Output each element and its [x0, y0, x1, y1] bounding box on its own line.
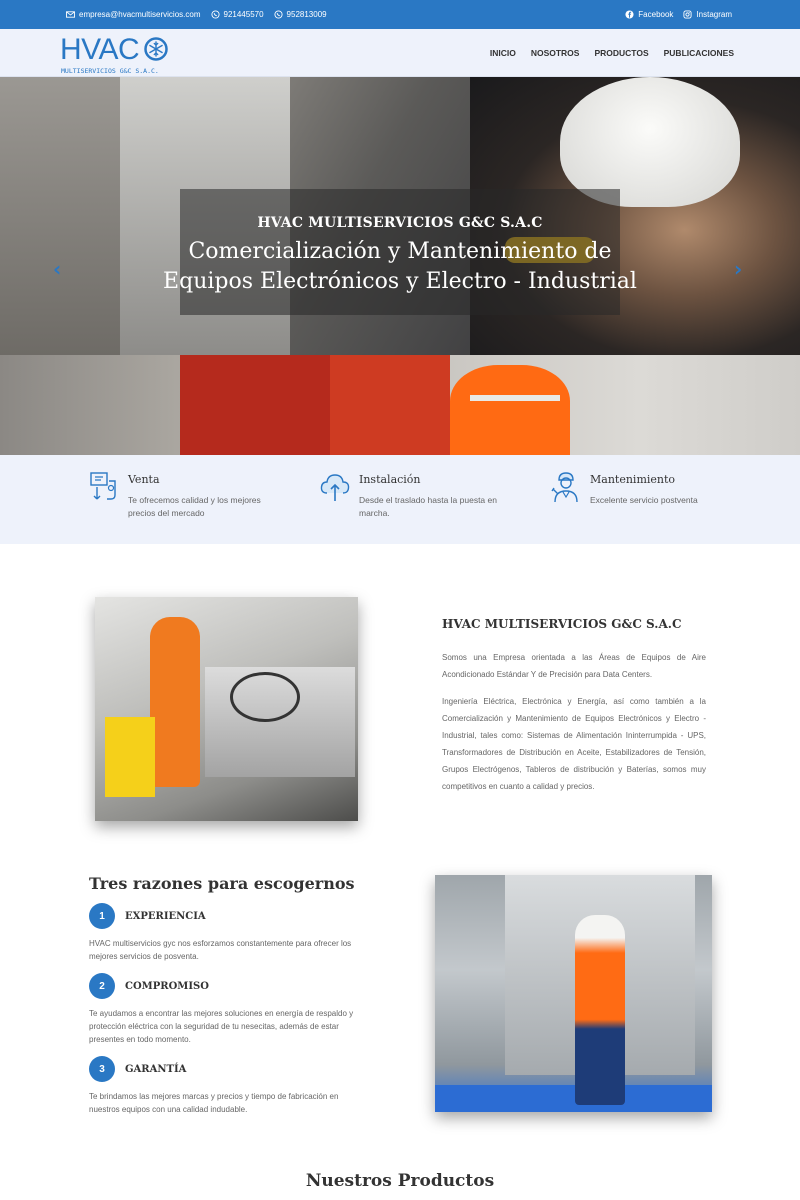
reason-number: 2 [89, 973, 115, 999]
logo-subtitle: MULTISERVICIOS G&C S.A.C. [61, 67, 159, 75]
instagram-link[interactable]: Instagram [683, 10, 732, 19]
service-title: Instalación [359, 473, 421, 486]
reason-title: COMPROMISO [125, 981, 209, 992]
about-photo-washing-equipment [95, 597, 358, 821]
about-paragraph-1: Somos una Empresa orientada a las Áreas … [442, 653, 706, 679]
envelope-icon [66, 11, 75, 18]
reason-item: 3 GARANTÍA Te brindamos las mejores marc… [89, 1056, 364, 1116]
photo-fan-grille [230, 672, 300, 722]
products-heading: Nuestros Productos [305, 1171, 495, 1191]
main-nav: INICIO NOSOTROS PRODUCTOS PUBLICACIONES [490, 48, 734, 58]
sale-icon [90, 472, 116, 500]
photo-floor [435, 1085, 712, 1112]
instagram-icon [683, 10, 692, 19]
instagram-label: Instagram [696, 10, 732, 19]
reason-number: 1 [89, 903, 115, 929]
service-title: Venta [128, 473, 160, 486]
hero-title-line2: Equipos Electrónicos y Electro - Industr… [163, 269, 637, 294]
phone2-link[interactable]: 952813009 [273, 10, 327, 19]
site-logo[interactable]: HVAC MULTISERVICIOS G&C S.A.C. [60, 33, 170, 75]
strip-generator-door [330, 355, 450, 455]
service-title: Mantenimiento [590, 473, 676, 486]
email-link[interactable]: empresa@hvacmultiservicios.com [66, 10, 201, 19]
photo-technician [575, 915, 625, 1105]
phone1-text: 921445570 [223, 10, 264, 19]
hero-title: Comercialización y Mantenimiento de Equi… [0, 237, 800, 297]
reason-item: 1 EXPERIENCIA HVAC multiservicios gyc no… [89, 903, 364, 963]
services-section: Venta Te ofrecemos calidad y los mejores… [0, 455, 800, 544]
social-links: Facebook Instagram [625, 10, 732, 19]
generator-photo [435, 875, 712, 1112]
hero-slider: HVAC MULTISERVICIOS G&C S.A.C Comerciali… [0, 77, 800, 355]
reasons-heading: Tres razones para escogernos [89, 874, 355, 893]
slider-prev-button[interactable]: ‹ [53, 257, 61, 281]
cloud-upload-icon [320, 474, 350, 501]
email-text: empresa@hvacmultiservicios.com [79, 10, 201, 19]
nav-publicaciones[interactable]: PUBLICACIONES [664, 48, 734, 58]
service-desc: Desde el traslado hasta la puesta en mar… [359, 495, 497, 518]
strip-reflective-band [470, 395, 560, 401]
about-section: HVAC MULTISERVICIOS G&C S.A.C Somos una … [442, 617, 706, 795]
hero-title-line1: Comercialización y Mantenimiento de [188, 239, 612, 264]
hero-kicker: HVAC MULTISERVICIOS G&C S.A.C [257, 215, 543, 231]
generator-image-strip [0, 355, 800, 455]
phone2-text: 952813009 [286, 10, 327, 19]
snowflake-icon [144, 37, 168, 61]
photo-pressure-washer [105, 717, 155, 797]
technician-icon [551, 472, 578, 503]
about-paragraph-2: Ingeniería Eléctrica, Electrónica y Ener… [442, 697, 706, 791]
hero-helmet [560, 77, 740, 207]
facebook-link[interactable]: Facebook [625, 10, 673, 19]
facebook-icon [625, 10, 634, 19]
top-contact-bar: empresa@hvacmultiservicios.com 921445570… [0, 0, 800, 29]
slider-next-button[interactable]: › [734, 257, 742, 281]
nav-inicio[interactable]: INICIO [490, 48, 516, 58]
reason-title: EXPERIENCIA [125, 911, 206, 922]
reason-item: 2 COMPROMISO Te ayudamos a encontrar las… [89, 973, 364, 1046]
whatsapp-icon [273, 10, 283, 19]
phone1-link[interactable]: 921445570 [210, 10, 264, 19]
logo-text: HVAC [60, 33, 140, 66]
strip-worker-vest [450, 365, 570, 455]
service-desc: Excelente servicio postventa [590, 495, 698, 505]
nav-nosotros[interactable]: NOSOTROS [531, 48, 580, 58]
whatsapp-icon [210, 10, 220, 19]
nav-productos[interactable]: PRODUCTOS [594, 48, 648, 58]
reason-number: 3 [89, 1056, 115, 1082]
photo-worker [150, 617, 200, 787]
reason-title: GARANTÍA [125, 1064, 187, 1075]
reasons-section: Tres razones para escogernos 1 EXPERIENC… [89, 874, 364, 1116]
about-heading: HVAC MULTISERVICIOS G&C S.A.C [442, 617, 682, 631]
service-desc: Te ofrecemos calidad y los mejores preci… [128, 495, 261, 518]
facebook-label: Facebook [638, 10, 674, 19]
site-header: HVAC MULTISERVICIOS G&C S.A.C. INICIO NO… [0, 29, 800, 77]
contact-info: empresa@hvacmultiservicios.com 921445570… [66, 10, 327, 19]
